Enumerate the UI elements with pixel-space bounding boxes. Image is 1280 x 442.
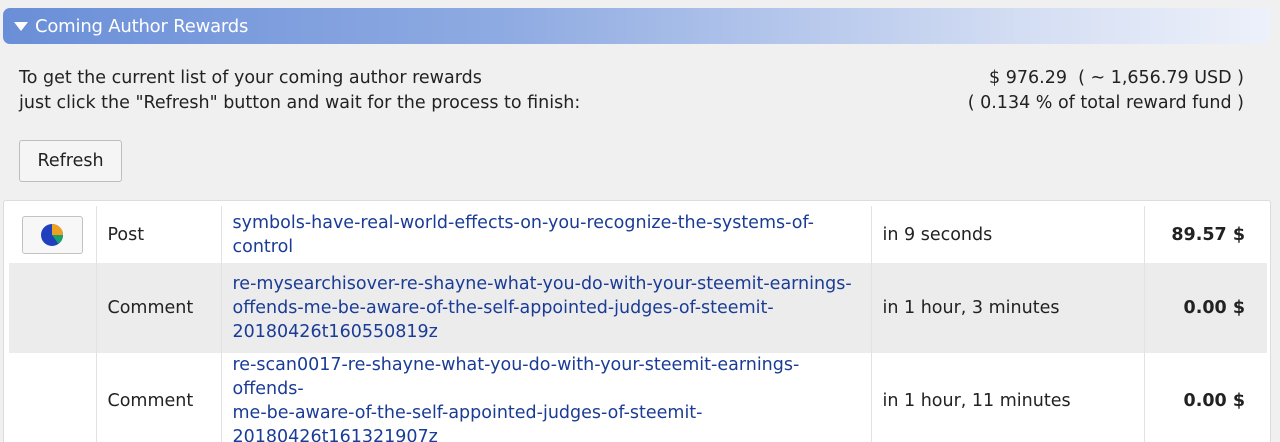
payout-time: in 9 seconds (871, 206, 1145, 263)
table-row: Comment re-mysearchisover-re-shayne-what… (9, 263, 1267, 353)
permlink-line: re-scan0017-re-shayne-what-you-do-with-y… (232, 355, 800, 399)
row-type: Post (96, 206, 222, 263)
reward-amount: 0.00 $ (1183, 391, 1245, 411)
permlink-link[interactable]: re-scan0017-re-shayne-what-you-do-with-y… (233, 353, 871, 442)
panel-title: Coming Author Rewards (35, 15, 249, 37)
row-type: Comment (96, 353, 222, 442)
row-icon-cell (9, 353, 97, 442)
reward-fund-share: ( 0.134 % of total reward fund ) (967, 93, 1244, 113)
reward-amount: 89.57 $ (1171, 224, 1245, 245)
permlink-line: me-be-aware-of-the-self-appointed-judges… (232, 403, 703, 423)
intro-line-1: To get the current list of your coming a… (19, 68, 482, 88)
triangle-down-icon (14, 21, 28, 31)
payout-time: in 1 hour, 3 minutes (871, 263, 1145, 353)
permlink-link[interactable]: symbols-have-real-world-effects-on-you-r… (233, 213, 814, 257)
total-amount: $ 976.29 ( ~ 1,656.79 USD ) (989, 68, 1244, 88)
row-type: Comment (96, 263, 222, 353)
row-icon-cell (9, 206, 97, 263)
permlink-link[interactable]: re-mysearchisover-re-shayne-what-you-do-… (233, 272, 871, 344)
intro-line-2: just click the "Refresh" button and wait… (19, 93, 581, 113)
row-icon-cell (9, 263, 97, 353)
reward-amount: 0.00 $ (1144, 263, 1267, 353)
permlink-line: 20180426t160550819z (232, 322, 438, 342)
permlink-line: 20180426t161321907z (232, 427, 438, 442)
pie-chart-button[interactable] (21, 215, 83, 254)
rewards-table: Post symbols-have-real-world-effects-on-… (9, 206, 1267, 442)
reward-totals: $ 976.29 ( ~ 1,656.79 USD ) ( 0.134 % of… (968, 66, 1244, 116)
permlink-line: re-mysearchisover-re-shayne-what-you-do-… (232, 274, 852, 294)
panel-header-coming-author-rewards[interactable]: Coming Author Rewards (3, 8, 1271, 44)
table-row: Comment re-scan0017-re-shayne-what-you-d… (9, 353, 1267, 442)
intro-text: To get the current list of your coming a… (19, 66, 580, 116)
table-row: Post symbols-have-real-world-effects-on-… (9, 206, 1267, 263)
permlink-line: offends-me-be-aware-of-the-self-appointe… (232, 298, 774, 318)
rewards-table-container: Post symbols-have-real-world-effects-on-… (3, 200, 1271, 442)
pie-chart-icon (41, 223, 64, 246)
payout-time: in 1 hour, 11 minutes (871, 353, 1145, 442)
refresh-button[interactable]: Refresh (19, 140, 122, 182)
